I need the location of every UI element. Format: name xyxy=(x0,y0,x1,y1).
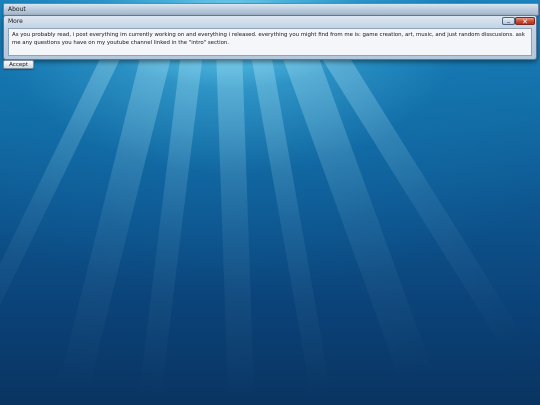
more-window: More – ✕ As you probably read, i post ev… xyxy=(3,15,537,60)
close-icon: ✕ xyxy=(522,18,528,26)
message-panel: As you probably read, i post everything … xyxy=(8,28,532,56)
minimize-button[interactable]: – xyxy=(502,17,515,26)
message-text: As you probably read, i post everything … xyxy=(12,32,525,46)
close-button[interactable]: ✕ xyxy=(515,17,535,26)
light-ray xyxy=(215,19,255,401)
about-window-title: About xyxy=(8,6,26,13)
minimize-icon: – xyxy=(506,18,511,26)
more-window-title: More xyxy=(8,18,23,25)
desktop-background: About More – ✕ As you probably read, i p… xyxy=(0,0,540,405)
accept-button[interactable]: Accept xyxy=(3,60,34,69)
